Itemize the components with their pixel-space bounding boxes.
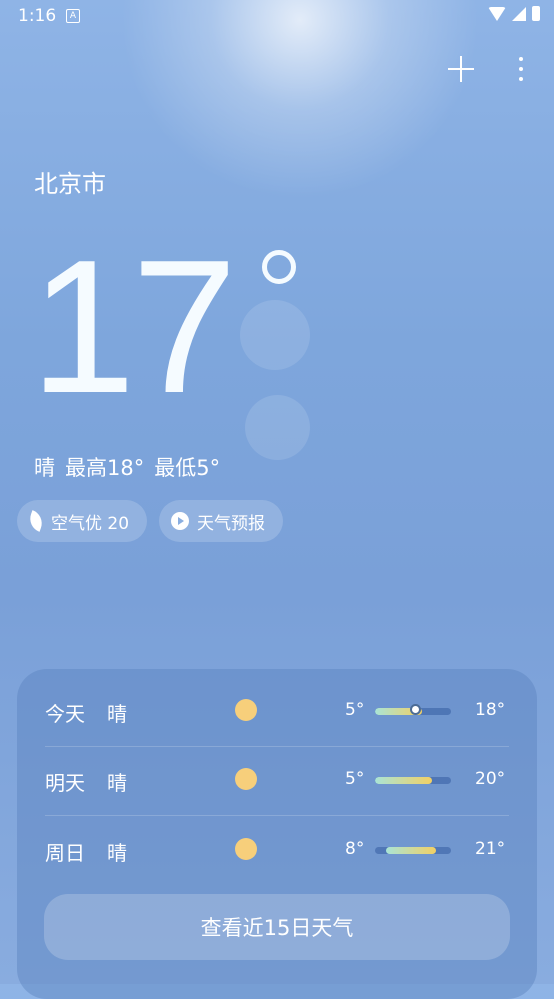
signal-icon [512, 6, 526, 21]
forecast-day: 今天 [45, 702, 85, 726]
info-chips: 空气优 20 天气预报 [17, 500, 284, 542]
forecast-condition: 晴 [107, 771, 127, 795]
forecast-day: 明天 [45, 771, 85, 795]
forecast-row-today[interactable]: 今天 晴 5° 18° [45, 678, 509, 747]
forecast-row-tomorrow[interactable]: 明天 晴 5° 20° [45, 747, 509, 816]
forecast-low: 5° [345, 700, 365, 720]
today-summary: 晴 最高18° 最低5° [34, 452, 220, 482]
city-name[interactable]: 北京市 [34, 164, 106, 199]
battery-icon [532, 6, 540, 21]
leaf-icon [26, 510, 46, 532]
status-icons [488, 6, 540, 21]
play-icon [171, 512, 190, 530]
view-15-day-forecast-button[interactable]: 查看近15日天气 [44, 894, 510, 960]
temp-range-bar [375, 777, 451, 784]
degree-symbol [262, 250, 296, 284]
temp-range-bar [375, 847, 451, 854]
forecast-high: 21° [475, 839, 506, 859]
forecast-row-sunday[interactable]: 周日 晴 8° 21° [45, 817, 509, 886]
forecast-day: 周日 [45, 841, 85, 865]
forecast-card: 今天 晴 5° 18° 明天 晴 5° 20° 周日 晴 8° 21° 查看近1… [17, 669, 537, 999]
current-temperature: 17 [30, 221, 237, 433]
top-actions [448, 56, 524, 82]
sun-icon [235, 768, 257, 790]
forecast-high: 20° [475, 769, 506, 789]
low-temp-label: 最低5° [154, 456, 221, 480]
air-quality-chip[interactable]: 空气优 20 [17, 500, 148, 542]
lens-flare [240, 300, 310, 370]
forecast-low: 8° [345, 839, 365, 859]
forecast-video-label: 天气预报 [197, 513, 266, 534]
forecast-video-chip[interactable]: 天气预报 [159, 500, 284, 542]
air-quality-label: 空气优 20 [51, 513, 130, 534]
sun-icon [235, 838, 257, 860]
current-condition: 晴 [34, 456, 55, 480]
forecast-condition: 晴 [107, 702, 127, 726]
temp-range-fill [375, 777, 432, 784]
forecast-condition: 晴 [107, 841, 127, 865]
high-temp-label: 最高18° [65, 456, 145, 480]
notification-icon: A [66, 9, 80, 23]
temp-range-fill [386, 847, 436, 854]
sun-icon [235, 699, 257, 721]
status-bar: 1:16 A [0, 0, 554, 34]
forecast-high: 18° [475, 700, 506, 720]
plus-icon[interactable] [448, 56, 474, 82]
status-time: 1:16 [18, 6, 57, 26]
more-vertical-icon[interactable] [518, 57, 524, 81]
forecast-low: 5° [345, 769, 365, 789]
wifi-icon [488, 6, 506, 21]
lens-flare [245, 395, 310, 460]
